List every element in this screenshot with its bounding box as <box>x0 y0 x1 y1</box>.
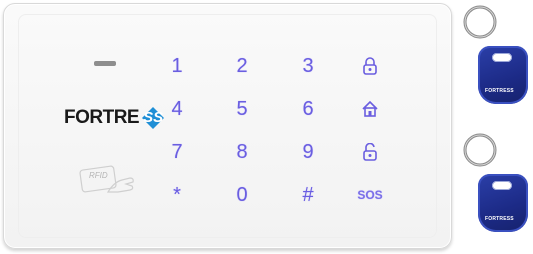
key-star-label: * <box>173 183 181 206</box>
key-9-label: 9 <box>302 140 314 163</box>
key-sos-label: SOS <box>357 188 383 202</box>
key-1-label: 1 <box>171 54 183 77</box>
key-ring-icon <box>463 5 497 39</box>
key-sos[interactable]: SOS <box>350 181 390 209</box>
brand-text: FORTRE <box>64 107 140 128</box>
key-ring-icon <box>463 133 497 167</box>
key-home[interactable] <box>350 95 390 123</box>
fob-hole <box>492 53 512 62</box>
key-4-label: 4 <box>171 97 183 120</box>
home-icon <box>362 100 378 117</box>
fob-body: FORTRESS <box>478 174 528 232</box>
key-0-label: 0 <box>236 183 248 206</box>
key-4[interactable]: 4 <box>157 95 197 123</box>
key-5[interactable]: 5 <box>222 95 262 123</box>
status-led <box>94 61 116 66</box>
fob-body: FORTRESS <box>478 46 528 104</box>
key-hash[interactable]: # <box>288 181 328 209</box>
lock-closed-icon <box>363 57 377 75</box>
key-8[interactable]: 8 <box>222 138 262 166</box>
key-7[interactable]: 7 <box>157 138 197 166</box>
key-disarm[interactable] <box>350 138 390 166</box>
key-8-label: 8 <box>236 140 248 163</box>
fob-hole <box>492 181 512 190</box>
rfid-label: RFID <box>89 171 108 180</box>
key-2[interactable]: 2 <box>222 52 262 80</box>
key-6-label: 6 <box>302 97 314 120</box>
key-3[interactable]: 3 <box>288 52 328 80</box>
key-5-label: 5 <box>236 97 248 120</box>
rfid-fob-top: FORTRESS <box>460 2 528 122</box>
brand-logo: FORTRE SS <box>64 104 166 132</box>
key-hash-label: # <box>302 183 314 206</box>
key-2-label: 2 <box>236 54 248 77</box>
key-3-label: 3 <box>302 54 314 77</box>
key-6[interactable]: 6 <box>288 95 328 123</box>
lock-open-icon <box>363 143 377 161</box>
key-arm[interactable] <box>350 52 390 80</box>
rfid-fob-bottom: FORTRESS <box>460 130 528 254</box>
key-0[interactable]: 0 <box>222 181 262 209</box>
key-9[interactable]: 9 <box>288 138 328 166</box>
fob-label: FORTRESS <box>485 216 514 222</box>
key-7-label: 7 <box>171 140 183 163</box>
rfid-reader[interactable]: RFID <box>78 162 136 196</box>
key-star[interactable]: * <box>157 181 197 209</box>
key-1[interactable]: 1 <box>157 52 197 80</box>
fob-label: FORTRESS <box>485 88 514 94</box>
